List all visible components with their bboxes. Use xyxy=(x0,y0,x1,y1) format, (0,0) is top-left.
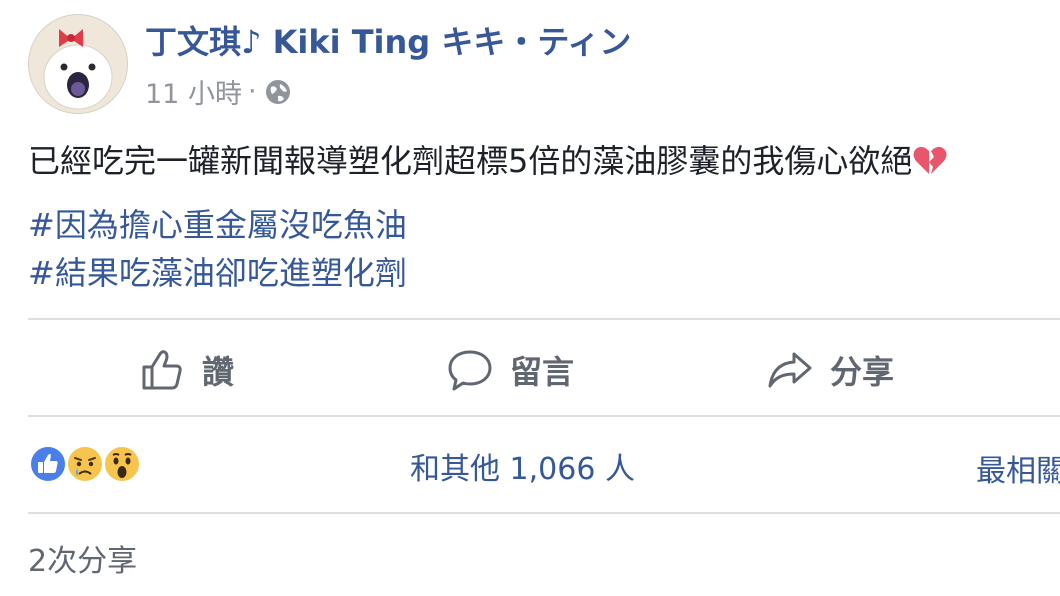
post-meta: 11 小時 · xyxy=(145,72,293,111)
author-name[interactable]: 丁文琪♪ Kiki Ting キキ・ティン xyxy=(145,17,631,63)
share-button[interactable]: 分享 xyxy=(766,344,894,396)
post-time[interactable]: 11 小時 xyxy=(145,72,242,111)
comment-icon xyxy=(448,350,492,391)
avatar[interactable] xyxy=(28,14,128,114)
thumbs-up-icon xyxy=(142,350,182,390)
hashtag-link[interactable]: #因為擔心重金屬沒吃魚油 xyxy=(28,200,407,246)
broken-heart-icon xyxy=(913,146,947,174)
post-text: 已經吃完一罐新聞報導塑化劑超標5倍的藻油膠囊的我傷心欲絕 xyxy=(28,136,948,182)
post-text-content: 已經吃完一罐新聞報導塑化劑超標5倍的藻油膠囊的我傷心欲絕 xyxy=(28,142,913,180)
like-button[interactable]: 讚 xyxy=(138,344,234,396)
facebook-post: 丁文琪♪ Kiki Ting キキ・ティン 11 小時 · 已經吃完一罐新聞報導… xyxy=(0,0,1060,596)
sad-reaction-icon xyxy=(66,445,104,483)
share-arrow-icon xyxy=(768,352,812,388)
share-count-link[interactable]: 2次分享 xyxy=(28,536,137,580)
hashtag-link[interactable]: #結果吃藻油卻吃進塑化劑 xyxy=(28,248,407,294)
comment-label: 留言 xyxy=(510,353,575,391)
share-label: 分享 xyxy=(830,353,895,391)
wow-reaction-icon xyxy=(103,445,141,483)
divider xyxy=(28,512,1060,514)
like-reaction-icon xyxy=(29,445,67,483)
divider xyxy=(28,415,1060,417)
globe-icon[interactable] xyxy=(263,77,293,107)
meta-separator: · xyxy=(247,76,257,107)
like-label: 讚 xyxy=(202,353,235,391)
divider xyxy=(28,318,1060,320)
avatar-image xyxy=(29,15,127,113)
most-relevant-link[interactable]: 最相關 xyxy=(976,446,1060,490)
reaction-count-link[interactable]: 和其他 1,066 人 xyxy=(410,444,635,488)
comment-button[interactable]: 留言 xyxy=(446,344,574,396)
reaction-icons[interactable] xyxy=(28,444,141,484)
